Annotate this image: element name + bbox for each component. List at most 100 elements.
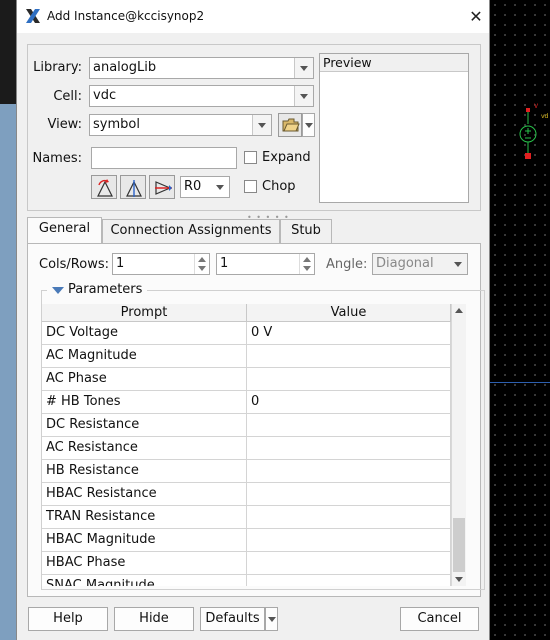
param-value-cell[interactable]: 0	[247, 391, 451, 414]
angle-value: Diagonal	[376, 256, 434, 271]
param-value-cell[interactable]	[247, 437, 451, 460]
param-value-cell[interactable]	[247, 483, 451, 506]
defaults-menu-button[interactable]	[265, 607, 278, 631]
window-title: Add Instance@kccisynop2	[47, 9, 205, 23]
background-window	[0, 0, 16, 104]
table-row[interactable]: HB Resistance	[42, 460, 451, 483]
rows-value: 1	[220, 256, 229, 271]
close-icon: ✕	[469, 7, 483, 26]
cell-label: Cell:	[53, 89, 82, 104]
scroll-up-icon[interactable]	[455, 308, 463, 313]
schematic-wire	[490, 382, 550, 383]
table-row[interactable]: AC Magnitude	[42, 345, 451, 368]
rows-stepper[interactable]	[299, 254, 314, 274]
param-value-cell[interactable]	[247, 345, 451, 368]
table-row[interactable]: HBAC Magnitude	[42, 529, 451, 552]
schematic-canvas[interactable]	[490, 0, 550, 640]
defaults-button[interactable]: Defaults	[200, 607, 265, 631]
table-row[interactable]: TRAN Resistance	[42, 506, 451, 529]
names-label: Names:	[32, 151, 82, 166]
param-value-cell[interactable]	[247, 506, 451, 529]
param-prompt-cell: AC Resistance	[42, 437, 247, 460]
schematic-label-vd: vd	[541, 113, 549, 120]
rows-spinbox[interactable]: 1	[216, 253, 315, 275]
table-row[interactable]: # HB Tones 0	[42, 391, 451, 414]
param-prompt-cell: AC Phase	[42, 368, 247, 391]
chevron-down-icon[interactable]	[252, 115, 271, 135]
library-label: Library:	[33, 60, 82, 75]
rotation-combobox[interactable]: R0	[180, 176, 230, 198]
upside-down-button[interactable]	[149, 175, 175, 199]
param-prompt-cell: # HB Tones	[42, 391, 247, 414]
cell-value: vdc	[93, 88, 117, 103]
add-instance-dialog: Add Instance@kccisynop2 ✕ Library: analo…	[16, 0, 490, 640]
table-row[interactable]: DC Voltage 0 V	[42, 322, 451, 345]
desktop-background	[0, 104, 16, 640]
view-value: symbol	[93, 117, 140, 132]
parameters-table[interactable]: Prompt Value DC Voltage 0 V AC Magnitude AC…	[42, 304, 451, 586]
mirror-upside-down-icon	[155, 181, 172, 195]
table-row[interactable]: AC Phase	[42, 368, 451, 391]
collapse-triangle-icon[interactable]	[52, 287, 64, 294]
angle-label: Angle:	[326, 257, 368, 272]
param-value-cell[interactable]	[247, 529, 451, 552]
param-value-cell[interactable]	[247, 414, 451, 437]
angle-combobox: Diagonal	[372, 253, 468, 275]
param-prompt-cell: HBAC Magnitude	[42, 529, 247, 552]
param-prompt-cell: SNAC Magnitude	[42, 575, 247, 586]
rotate-icon	[97, 179, 113, 197]
hide-button[interactable]: Hide	[114, 607, 194, 631]
library-combobox[interactable]: analogLib	[89, 57, 314, 79]
chevron-down-icon[interactable]	[294, 86, 313, 106]
vertical-scrollbar[interactable]	[451, 304, 466, 586]
chevron-down-icon	[449, 254, 467, 274]
column-header-prompt[interactable]: Prompt	[42, 304, 247, 322]
library-value: analogLib	[93, 60, 157, 75]
scroll-down-icon[interactable]	[455, 577, 463, 582]
browse-button[interactable]	[278, 113, 302, 137]
expand-label: Expand	[262, 150, 311, 165]
table-row[interactable]: SNAC Magnitude	[42, 575, 451, 586]
view-label: View:	[47, 117, 82, 132]
mirror-sideways-icon	[126, 180, 142, 197]
chevron-down-icon[interactable]	[294, 58, 313, 78]
names-input[interactable]	[91, 147, 237, 169]
param-prompt-cell: DC Resistance	[42, 414, 247, 437]
title-bar[interactable]: Add Instance@kccisynop2 ✕	[17, 0, 489, 33]
cols-stepper[interactable]	[194, 254, 209, 274]
param-value-cell[interactable]	[247, 460, 451, 483]
chop-label: Chop	[262, 179, 296, 194]
expand-checkbox[interactable]	[244, 151, 257, 164]
table-row[interactable]: AC Resistance	[42, 437, 451, 460]
tab-connection-assignments[interactable]: Connection Assignments	[102, 219, 280, 243]
param-value-cell[interactable]	[247, 575, 451, 586]
sideways-button[interactable]	[120, 175, 146, 199]
param-prompt-cell: AC Magnitude	[42, 345, 247, 368]
cols-value: 1	[116, 256, 125, 271]
parameters-label: Parameters	[68, 282, 143, 297]
cols-spinbox[interactable]: 1	[112, 253, 210, 275]
rotate-button[interactable]	[91, 175, 117, 199]
param-value-cell[interactable]	[247, 552, 451, 575]
chevron-down-icon[interactable]	[211, 177, 229, 197]
preview-title: Preview	[320, 54, 468, 72]
tab-stub[interactable]: Stub	[280, 219, 332, 243]
view-combobox[interactable]: symbol	[89, 114, 272, 136]
table-row[interactable]: HBAC Resistance	[42, 483, 451, 506]
table-row[interactable]: DC Resistance	[42, 414, 451, 437]
param-prompt-cell: HB Resistance	[42, 460, 247, 483]
table-row[interactable]: HBAC Phase	[42, 552, 451, 575]
parameters-header[interactable]: Parameters	[47, 282, 147, 298]
tab-general[interactable]: General	[27, 217, 102, 244]
scrollbar-thumb[interactable]	[453, 518, 465, 572]
browse-menu-button[interactable]	[302, 113, 315, 137]
param-value-cell[interactable]	[247, 368, 451, 391]
param-prompt-cell: HBAC Phase	[42, 552, 247, 575]
chop-checkbox[interactable]	[244, 180, 257, 193]
column-header-value[interactable]: Value	[247, 304, 451, 322]
param-value-cell[interactable]: 0 V	[247, 322, 451, 345]
close-button[interactable]: ✕	[465, 6, 487, 28]
cell-combobox[interactable]: vdc	[89, 85, 314, 107]
help-button[interactable]: Help	[28, 607, 108, 631]
cancel-button[interactable]: Cancel	[400, 607, 479, 631]
